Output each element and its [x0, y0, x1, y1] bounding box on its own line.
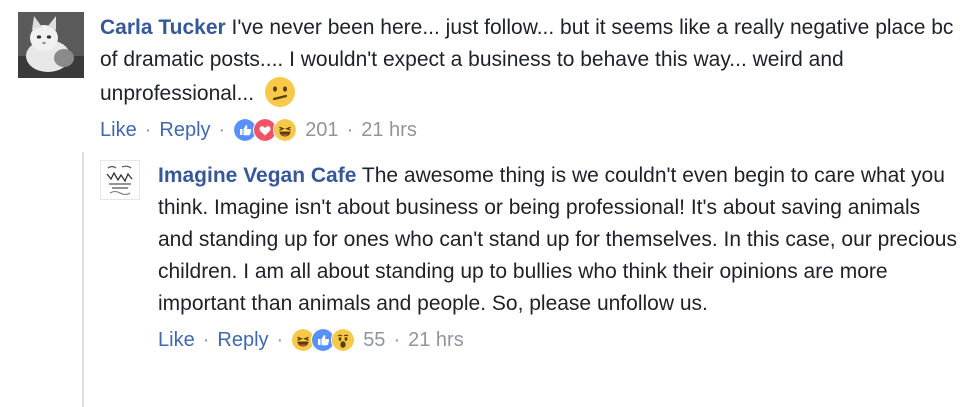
comment-thread: Carla Tucker I've never been here... jus…: [0, 0, 980, 407]
comment-text: Imagine Vegan Cafe The awesome thing is …: [158, 160, 960, 320]
timestamp[interactable]: 21 hrs: [408, 326, 464, 354]
reaction-count[interactable]: 201: [305, 116, 338, 144]
cafe-logo-avatar-icon: [100, 160, 140, 200]
like-link[interactable]: Like: [158, 326, 195, 354]
comment-body: Imagine Vegan Cafe The awesome thing is …: [158, 160, 960, 354]
separator: ·: [346, 119, 354, 141]
comment-text: Carla Tucker I've never been here... jus…: [100, 12, 968, 110]
reactions-summary[interactable]: [233, 118, 298, 142]
avatar[interactable]: [18, 12, 84, 78]
separator: ·: [202, 329, 210, 351]
comment-message: I've never been here... just follow... b…: [100, 16, 954, 105]
like-link[interactable]: Like: [100, 116, 137, 144]
avatar[interactable]: [100, 160, 140, 200]
cat-avatar-icon: [18, 12, 84, 78]
separator: ·: [393, 329, 401, 351]
reactions-summary[interactable]: [291, 328, 356, 352]
reaction-count[interactable]: 55: [363, 326, 385, 354]
comment-actions: Like · Reply ·: [100, 116, 968, 144]
reply-link[interactable]: Reply: [159, 116, 210, 144]
reply-thread-line: [82, 152, 84, 407]
timestamp[interactable]: 21 hrs: [361, 116, 417, 144]
comment-body: Carla Tucker I've never been here... jus…: [100, 12, 968, 144]
separator: ·: [144, 119, 152, 141]
confused-face-icon: [264, 76, 296, 108]
comment-actions: Like · Reply ·: [158, 326, 960, 354]
comment: Carla Tucker I've never been here... jus…: [18, 12, 968, 144]
comment-author[interactable]: Carla Tucker: [100, 16, 226, 39]
reply-link[interactable]: Reply: [217, 326, 268, 354]
haha-icon: [273, 118, 298, 142]
comment-author[interactable]: Imagine Vegan Cafe: [158, 164, 356, 187]
separator: ·: [218, 119, 226, 141]
separator: ·: [276, 329, 284, 351]
wow-icon: [331, 328, 356, 352]
reply-comment: Imagine Vegan Cafe The awesome thing is …: [100, 160, 960, 354]
